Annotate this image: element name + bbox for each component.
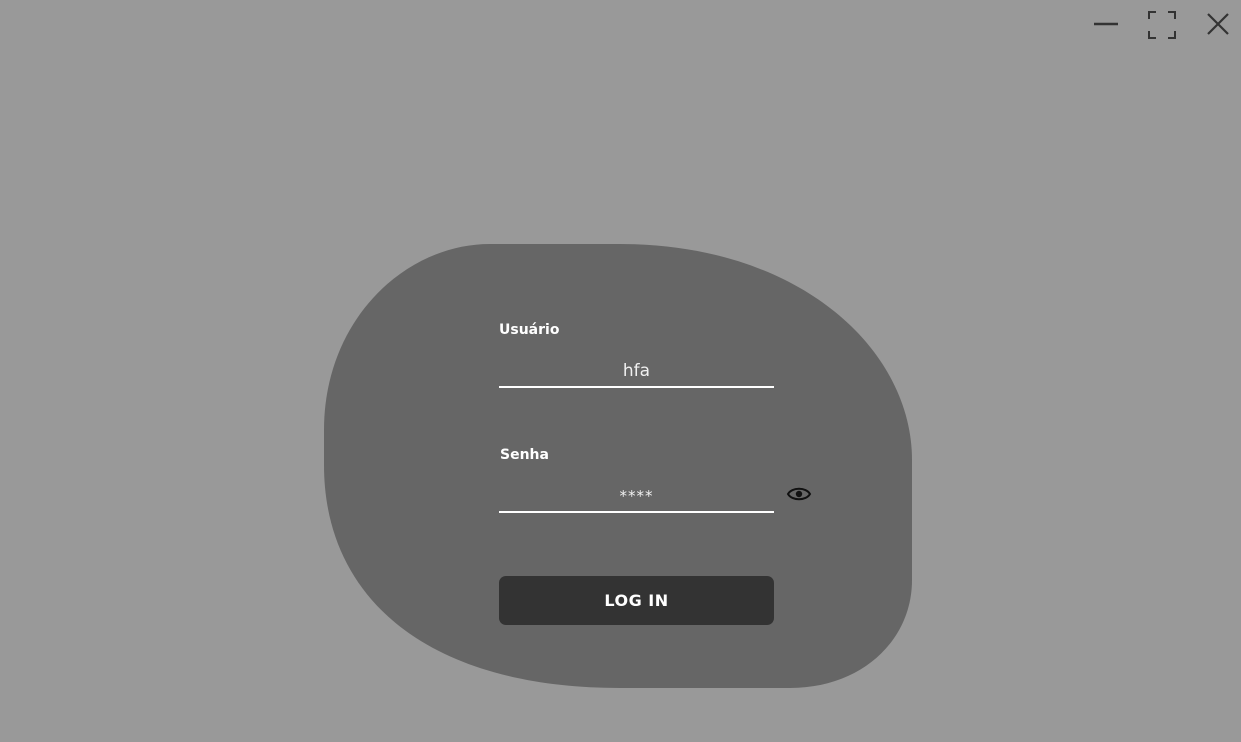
minimize-icon — [1094, 22, 1118, 26]
close-button[interactable] — [1201, 8, 1235, 42]
maximize-button[interactable] — [1145, 8, 1179, 42]
maximize-icon — [1148, 11, 1176, 39]
username-label: Usuário — [499, 322, 560, 338]
eye-icon — [786, 487, 812, 501]
login-button[interactable]: LOG IN — [499, 576, 774, 625]
show-password-toggle[interactable] — [786, 485, 812, 503]
window-controls — [1081, 0, 1241, 50]
close-icon — [1207, 13, 1229, 35]
minimize-button[interactable] — [1089, 8, 1123, 42]
password-input[interactable] — [499, 481, 774, 513]
password-label: Senha — [500, 447, 549, 463]
username-input[interactable] — [499, 356, 774, 388]
